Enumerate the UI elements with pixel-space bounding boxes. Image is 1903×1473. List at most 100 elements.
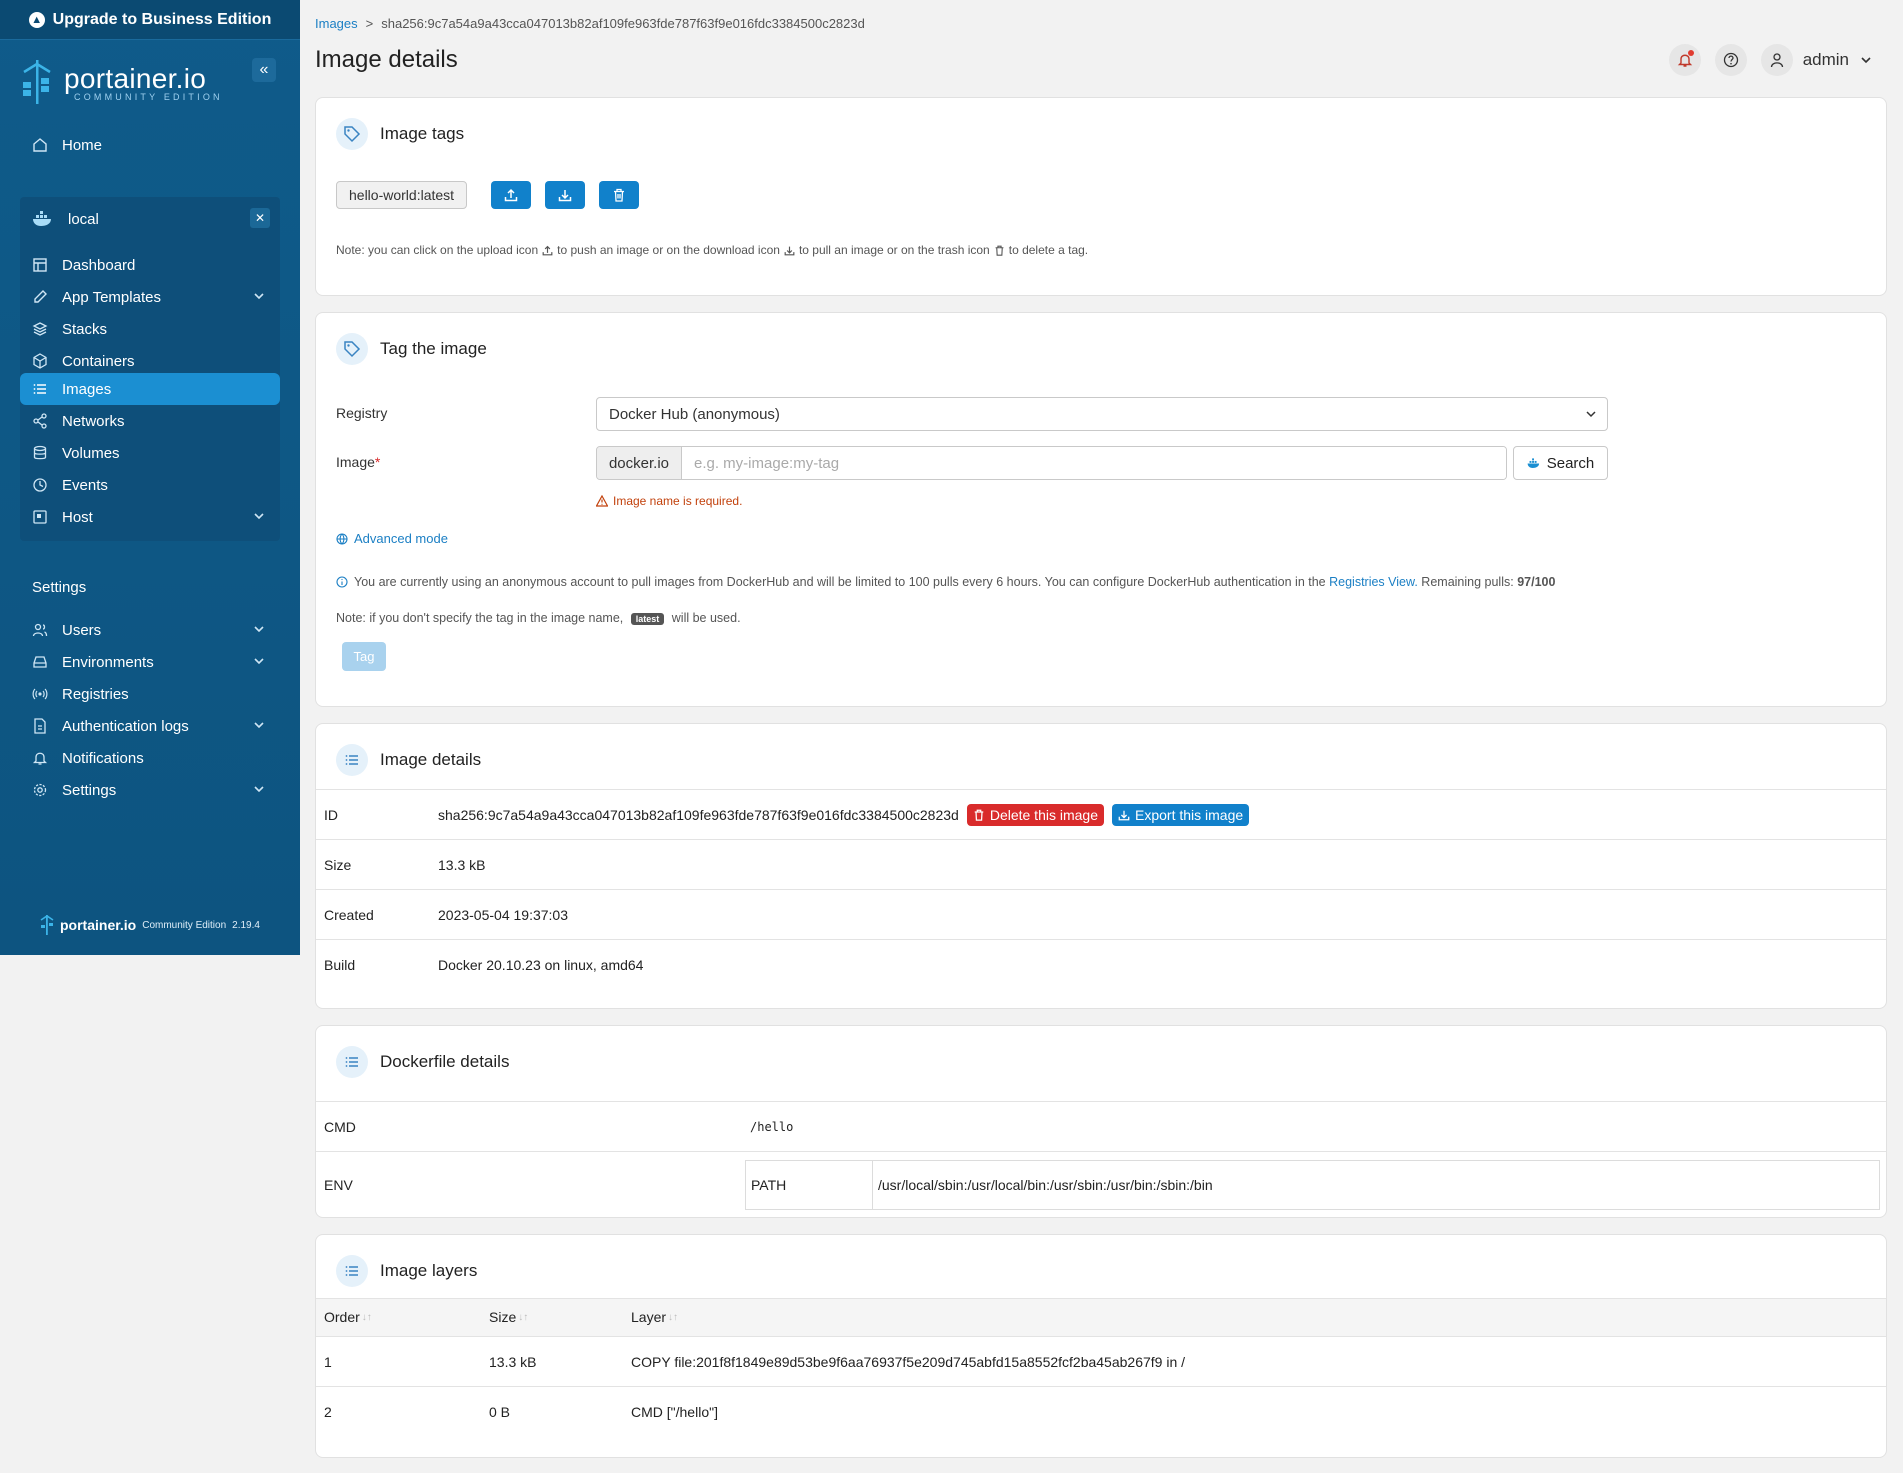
user-menu[interactable]: admin <box>1760 44 1873 76</box>
tag-note: Note: if you don't specify the tag in th… <box>336 611 741 625</box>
breadcrumb-images-link[interactable]: Images <box>315 16 358 31</box>
list-icon <box>336 744 368 776</box>
table-row: 1 13.3 kB COPY file:201f8f1849e89d53be9f… <box>316 1336 1886 1386</box>
file-icon <box>34 718 46 734</box>
sidebar-item-dashboard[interactable]: Dashboard <box>20 249 280 281</box>
layer-order: 1 <box>324 1353 332 1370</box>
list-icon <box>336 1255 368 1287</box>
push-tag-button[interactable] <box>491 181 531 209</box>
close-environment-button[interactable]: ✕ <box>250 208 270 228</box>
sidebar-item-label: Containers <box>62 352 135 370</box>
sidebar-item-label: Events <box>62 476 108 494</box>
sidebar-item-app-templates[interactable]: App Templates <box>20 281 280 313</box>
image-name-input[interactable] <box>682 447 1506 479</box>
sidebar-item-images[interactable]: Images <box>20 373 280 405</box>
info-text: You are currently using an anonymous acc… <box>354 575 1326 589</box>
delete-image-button[interactable]: Delete this image <box>966 803 1104 826</box>
pull-tag-button[interactable] <box>545 181 585 209</box>
layer-order: 2 <box>324 1403 332 1420</box>
clock-icon <box>33 478 47 492</box>
upgrade-label: Upgrade to Business Edition <box>52 10 272 28</box>
sidebar-item-settings[interactable]: Settings <box>20 774 280 806</box>
footer-version: 2.19.4 <box>232 919 260 931</box>
column-order[interactable]: Order ↓↑ <box>324 1309 372 1325</box>
bell-icon <box>32 752 48 765</box>
sidebar-item-label: Environments <box>62 653 154 671</box>
sidebar-item-notifications[interactable]: Notifications <box>20 742 280 774</box>
download-icon <box>1118 810 1130 820</box>
sidebar: ▲ Upgrade to Business Edition portainer.… <box>0 0 300 955</box>
chevron-down-icon <box>254 513 264 520</box>
sidebar-item-home[interactable]: Home <box>20 129 280 161</box>
registry-prefix: docker.io <box>597 447 682 479</box>
brand-edition: COMMUNITY EDITION <box>74 91 223 102</box>
env-name: PATH <box>746 1161 873 1209</box>
export-image-button[interactable]: Export this image <box>1112 803 1250 826</box>
brand-name: portainer.io <box>64 62 207 94</box>
error-text: Image name is required. <box>613 494 743 508</box>
sidebar-item-registries[interactable]: Registries <box>20 678 280 710</box>
image-layers-panel: Image layers Order ↓↑ Size ↓↑ Layer ↓↑ 1 13… <box>315 1234 1887 1458</box>
trash-icon <box>995 245 1004 256</box>
sidebar-item-label: Networks <box>62 412 125 430</box>
image-tag: hello-world:latest <box>336 181 468 209</box>
note-text: to delete a tag. <box>1008 243 1089 257</box>
alert-triangle-icon <box>596 495 608 507</box>
sidebar-item-label: Dashboard <box>62 256 136 274</box>
registries-view-link[interactable]: Registries View. <box>1329 575 1418 589</box>
panel-header: Image tags <box>336 118 464 150</box>
sidebar-item-host[interactable]: Host <box>20 501 280 533</box>
column-label: Order <box>324 1309 360 1325</box>
registry-select[interactable]: Docker Hub (anonymous) <box>596 397 1608 431</box>
header-actions: admin <box>1668 44 1873 76</box>
collapse-sidebar-button[interactable]: « <box>252 58 276 82</box>
tag-button[interactable]: Tag <box>342 642 386 671</box>
edit-icon <box>34 290 47 303</box>
upgrade-button[interactable]: ▲ Upgrade to Business Edition <box>0 0 300 40</box>
footer-brand: portainer.io <box>60 917 137 933</box>
layers-icon <box>32 322 48 336</box>
hard-drive-icon <box>33 656 47 668</box>
docker-icon <box>33 211 51 226</box>
sort-icon: ↓↑ <box>668 1311 679 1323</box>
detail-key: Size <box>324 856 352 873</box>
cmd-value: /hello <box>750 1119 794 1134</box>
sidebar-item-users[interactable]: Users <box>20 614 280 646</box>
trash-icon <box>614 188 624 202</box>
chevron-down-icon <box>1586 411 1596 418</box>
sidebar-item-label: Images <box>62 380 112 398</box>
column-size[interactable]: Size ↓↑ <box>489 1309 528 1325</box>
settings-heading: Settings <box>32 579 87 596</box>
panel-title: Dockerfile details <box>380 1052 510 1071</box>
user-icon <box>1770 53 1783 68</box>
sidebar-item-events[interactable]: Events <box>20 469 280 501</box>
sidebar-item-volumes[interactable]: Volumes <box>20 437 280 469</box>
sidebar-item-stacks[interactable]: Stacks <box>20 313 280 345</box>
trash-icon <box>974 809 984 821</box>
sidebar-item-label: Settings <box>62 781 117 799</box>
image-id-value: sha256:9c7a54a9a43cca047013b82af109fe963… <box>438 806 959 823</box>
sidebar-item-authentication-logs[interactable]: Authentication logs <box>20 710 280 742</box>
search-image-button[interactable]: Search <box>1513 446 1608 480</box>
sidebar-item-environments[interactable]: Environments <box>20 646 280 678</box>
dockerfile-details-panel: Dockerfile details CMD /hello ENV PATH /… <box>315 1025 1887 1218</box>
sidebar-item-networks[interactable]: Networks <box>20 405 280 437</box>
help-button[interactable] <box>1714 44 1747 76</box>
tag-icon <box>336 333 368 365</box>
delete-tag-button[interactable] <box>599 181 639 209</box>
layer-size: 0 B <box>489 1403 511 1420</box>
download-icon <box>558 190 572 202</box>
dockerfile-key: CMD <box>324 1118 356 1135</box>
brand-logo[interactable]: portainer.io COMMUNITY EDITION <box>20 58 223 106</box>
gear-icon <box>33 783 47 797</box>
sort-icon: ↓↑ <box>518 1311 529 1323</box>
column-layer[interactable]: Layer ↓↑ <box>631 1309 678 1325</box>
column-label: Layer <box>631 1309 667 1325</box>
advanced-mode-toggle[interactable]: Advanced mode <box>336 531 448 546</box>
env-value: /usr/local/sbin:/usr/local/bin:/usr/sbin… <box>878 1177 1213 1193</box>
notifications-button[interactable] <box>1668 44 1701 76</box>
panel-title: Image tags <box>380 124 465 143</box>
image-details-panel: Image details ID sha256:9c7a54a9a43cca04… <box>315 723 1887 1009</box>
portainer-logo-icon <box>23 60 51 104</box>
detail-key: Created <box>324 906 374 923</box>
